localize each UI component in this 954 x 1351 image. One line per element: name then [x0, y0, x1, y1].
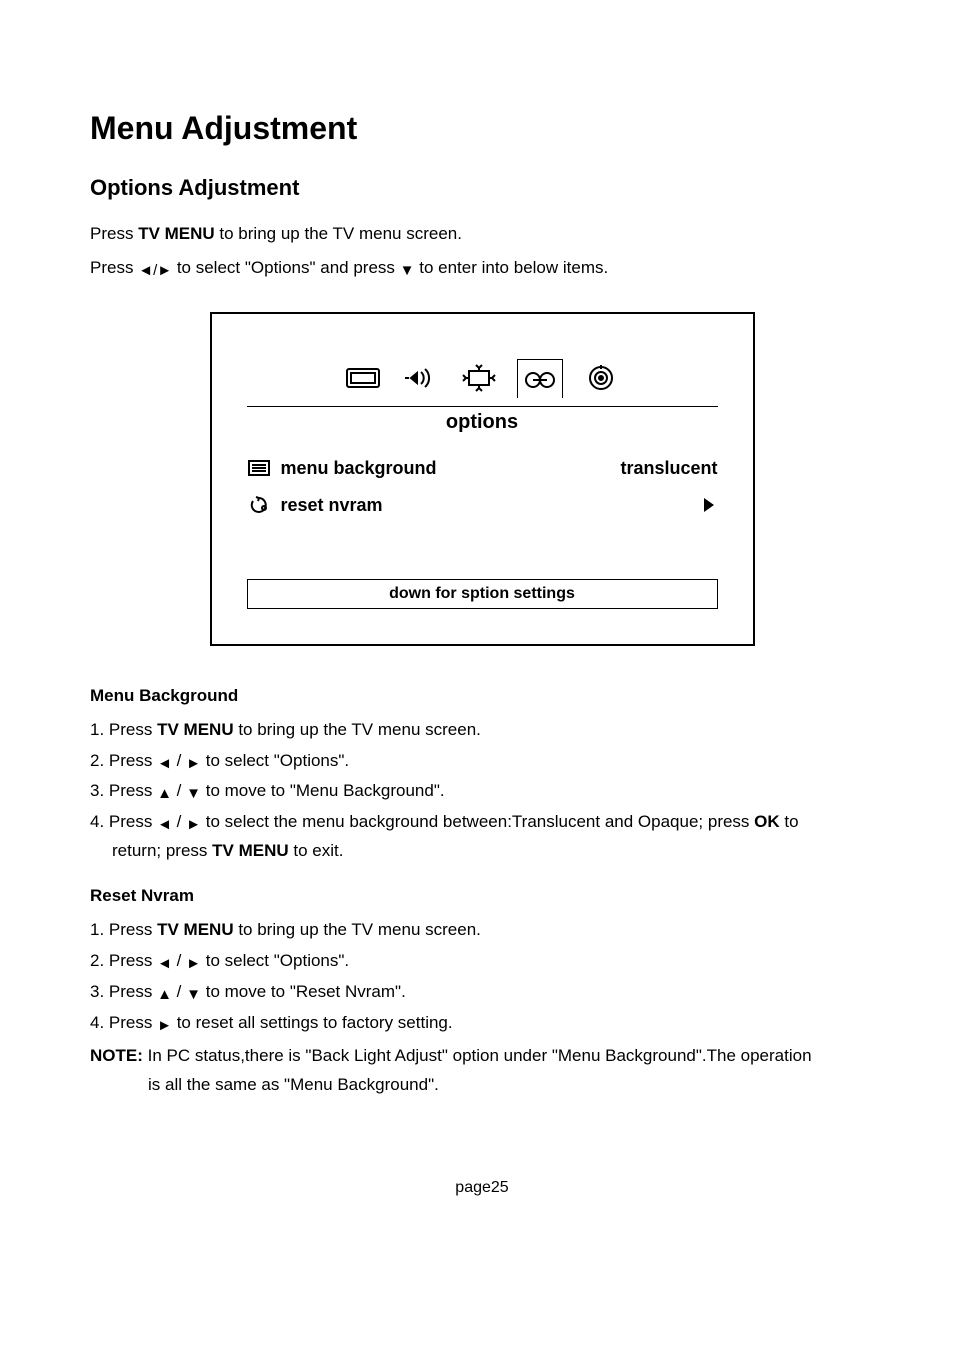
note: NOTE: In PC status,there is "Back Light …: [90, 1042, 874, 1100]
right-arrow-icon: ►: [157, 263, 172, 278]
osd-hint: down for sption settings: [247, 579, 718, 609]
slash: /: [172, 982, 186, 1001]
text: to select "Options" and press: [177, 258, 395, 277]
nv-step-2: 2. Press ◄ / ► to select "Options".: [90, 947, 874, 976]
text: 3. Press: [90, 781, 152, 800]
left-arrow-icon: ◄: [157, 817, 172, 832]
right-arrow-icon: ►: [186, 817, 201, 832]
up-arrow-icon: ▲: [157, 987, 172, 1002]
osd-row-menu-background: menu background translucent: [247, 450, 718, 487]
text: to exit.: [289, 841, 344, 860]
down-arrow-icon: ▼: [400, 263, 415, 278]
reset-icon: [247, 495, 271, 515]
tab-screen-icon: [459, 360, 499, 396]
text: to select "Options".: [206, 751, 349, 770]
text: Press: [90, 258, 133, 277]
tab-options-selected: [517, 359, 563, 398]
page-number: page25: [90, 1179, 874, 1197]
osd-tab-label: options: [247, 411, 718, 434]
bg-step-1: 1. Press TV MENU to bring up the TV menu…: [90, 716, 874, 745]
bg-step-4: 4. Press ◄ / ► to select the menu backgr…: [90, 808, 874, 866]
text: return; press: [112, 841, 212, 860]
reset-nvram-heading: Reset Nvram: [90, 886, 874, 906]
note-label: NOTE:: [90, 1046, 143, 1065]
right-arrow-icon: ►: [157, 1018, 172, 1033]
tab-picture-icon: [343, 360, 383, 396]
slash: /: [172, 751, 186, 770]
list-icon: [247, 458, 271, 478]
intro-line-2: Press ◄ / ► to select "Options" and pres…: [90, 255, 874, 281]
osd-panel: options menu background translucent rese…: [210, 312, 755, 646]
section-subtitle: Options Adjustment: [90, 175, 874, 201]
row-label: reset nvram: [281, 495, 383, 516]
row-label: menu background: [281, 458, 437, 479]
slash: /: [172, 812, 186, 831]
text: to reset all settings to factory setting…: [177, 1013, 453, 1032]
text: to move to "Reset Nvram".: [206, 982, 406, 1001]
row-value: translucent: [620, 458, 717, 479]
text: 4. Press: [90, 812, 152, 831]
text: to bring up the TV menu screen.: [234, 720, 481, 739]
text: to enter into below items.: [419, 258, 608, 277]
text: to: [780, 812, 799, 831]
slash: /: [172, 781, 186, 800]
right-arrow-icon: ►: [186, 756, 201, 771]
text: to move to "Menu Background".: [206, 781, 445, 800]
left-arrow-icon: ◄: [157, 956, 172, 971]
tab-sound-icon: [401, 360, 441, 396]
nv-step-3: 3. Press ▲ / ▼ to move to "Reset Nvram".: [90, 978, 874, 1007]
text: 2. Press: [90, 751, 152, 770]
key-tv-menu: TV MENU: [157, 920, 234, 939]
text: 1. Press: [90, 720, 157, 739]
manual-page: Menu Adjustment Options Adjustment Press…: [0, 0, 954, 1257]
down-arrow-icon: ▼: [186, 987, 201, 1002]
key-tv-menu: TV MENU: [138, 224, 215, 243]
page-title: Menu Adjustment: [90, 110, 874, 147]
nv-step-4: 4. Press ► to reset all settings to fact…: [90, 1009, 874, 1038]
slash: /: [172, 951, 186, 970]
osd-divider: [247, 406, 718, 407]
bg-step-3: 3. Press ▲ / ▼ to move to "Menu Backgrou…: [90, 777, 874, 806]
right-arrow-icon: ►: [186, 956, 201, 971]
intro-line-1: Press TV MENU to bring up the TV menu sc…: [90, 221, 874, 247]
bg-step-2: 2. Press ◄ / ► to select "Options".: [90, 747, 874, 776]
row-arrow-icon: [700, 496, 718, 514]
note-text-2: is all the same as "Menu Background".: [90, 1071, 874, 1100]
left-arrow-icon: ◄: [157, 756, 172, 771]
tab-channels-icon: [581, 360, 621, 396]
menu-background-heading: Menu Background: [90, 686, 874, 706]
text: 4. Press: [90, 1013, 152, 1032]
down-arrow-icon: ▼: [186, 786, 201, 801]
osd-wrap: options menu background translucent rese…: [90, 312, 874, 646]
osd-tab-icons: [247, 359, 718, 398]
text: to bring up the TV menu screen.: [234, 920, 481, 939]
text: to bring up the TV menu screen.: [215, 224, 462, 243]
key-tv-menu: TV MENU: [157, 720, 234, 739]
step-wrap: return; press TV MENU to exit.: [90, 837, 874, 866]
text: 1. Press: [90, 920, 157, 939]
left-arrow-icon: ◄: [138, 263, 153, 278]
note-text: In PC status,there is "Back Light Adjust…: [143, 1046, 812, 1065]
text: 2. Press: [90, 951, 152, 970]
text: 3. Press: [90, 982, 152, 1001]
nv-step-1: 1. Press TV MENU to bring up the TV menu…: [90, 916, 874, 945]
tab-options-icon: [520, 362, 560, 398]
text: Press: [90, 224, 138, 243]
osd-row-reset-nvram: reset nvram: [247, 487, 718, 524]
text: to select "Options".: [206, 951, 349, 970]
text: to select the menu background between:Tr…: [206, 812, 754, 831]
key-tv-menu: TV MENU: [212, 841, 289, 860]
up-arrow-icon: ▲: [157, 786, 172, 801]
key-ok: OK: [754, 812, 780, 831]
